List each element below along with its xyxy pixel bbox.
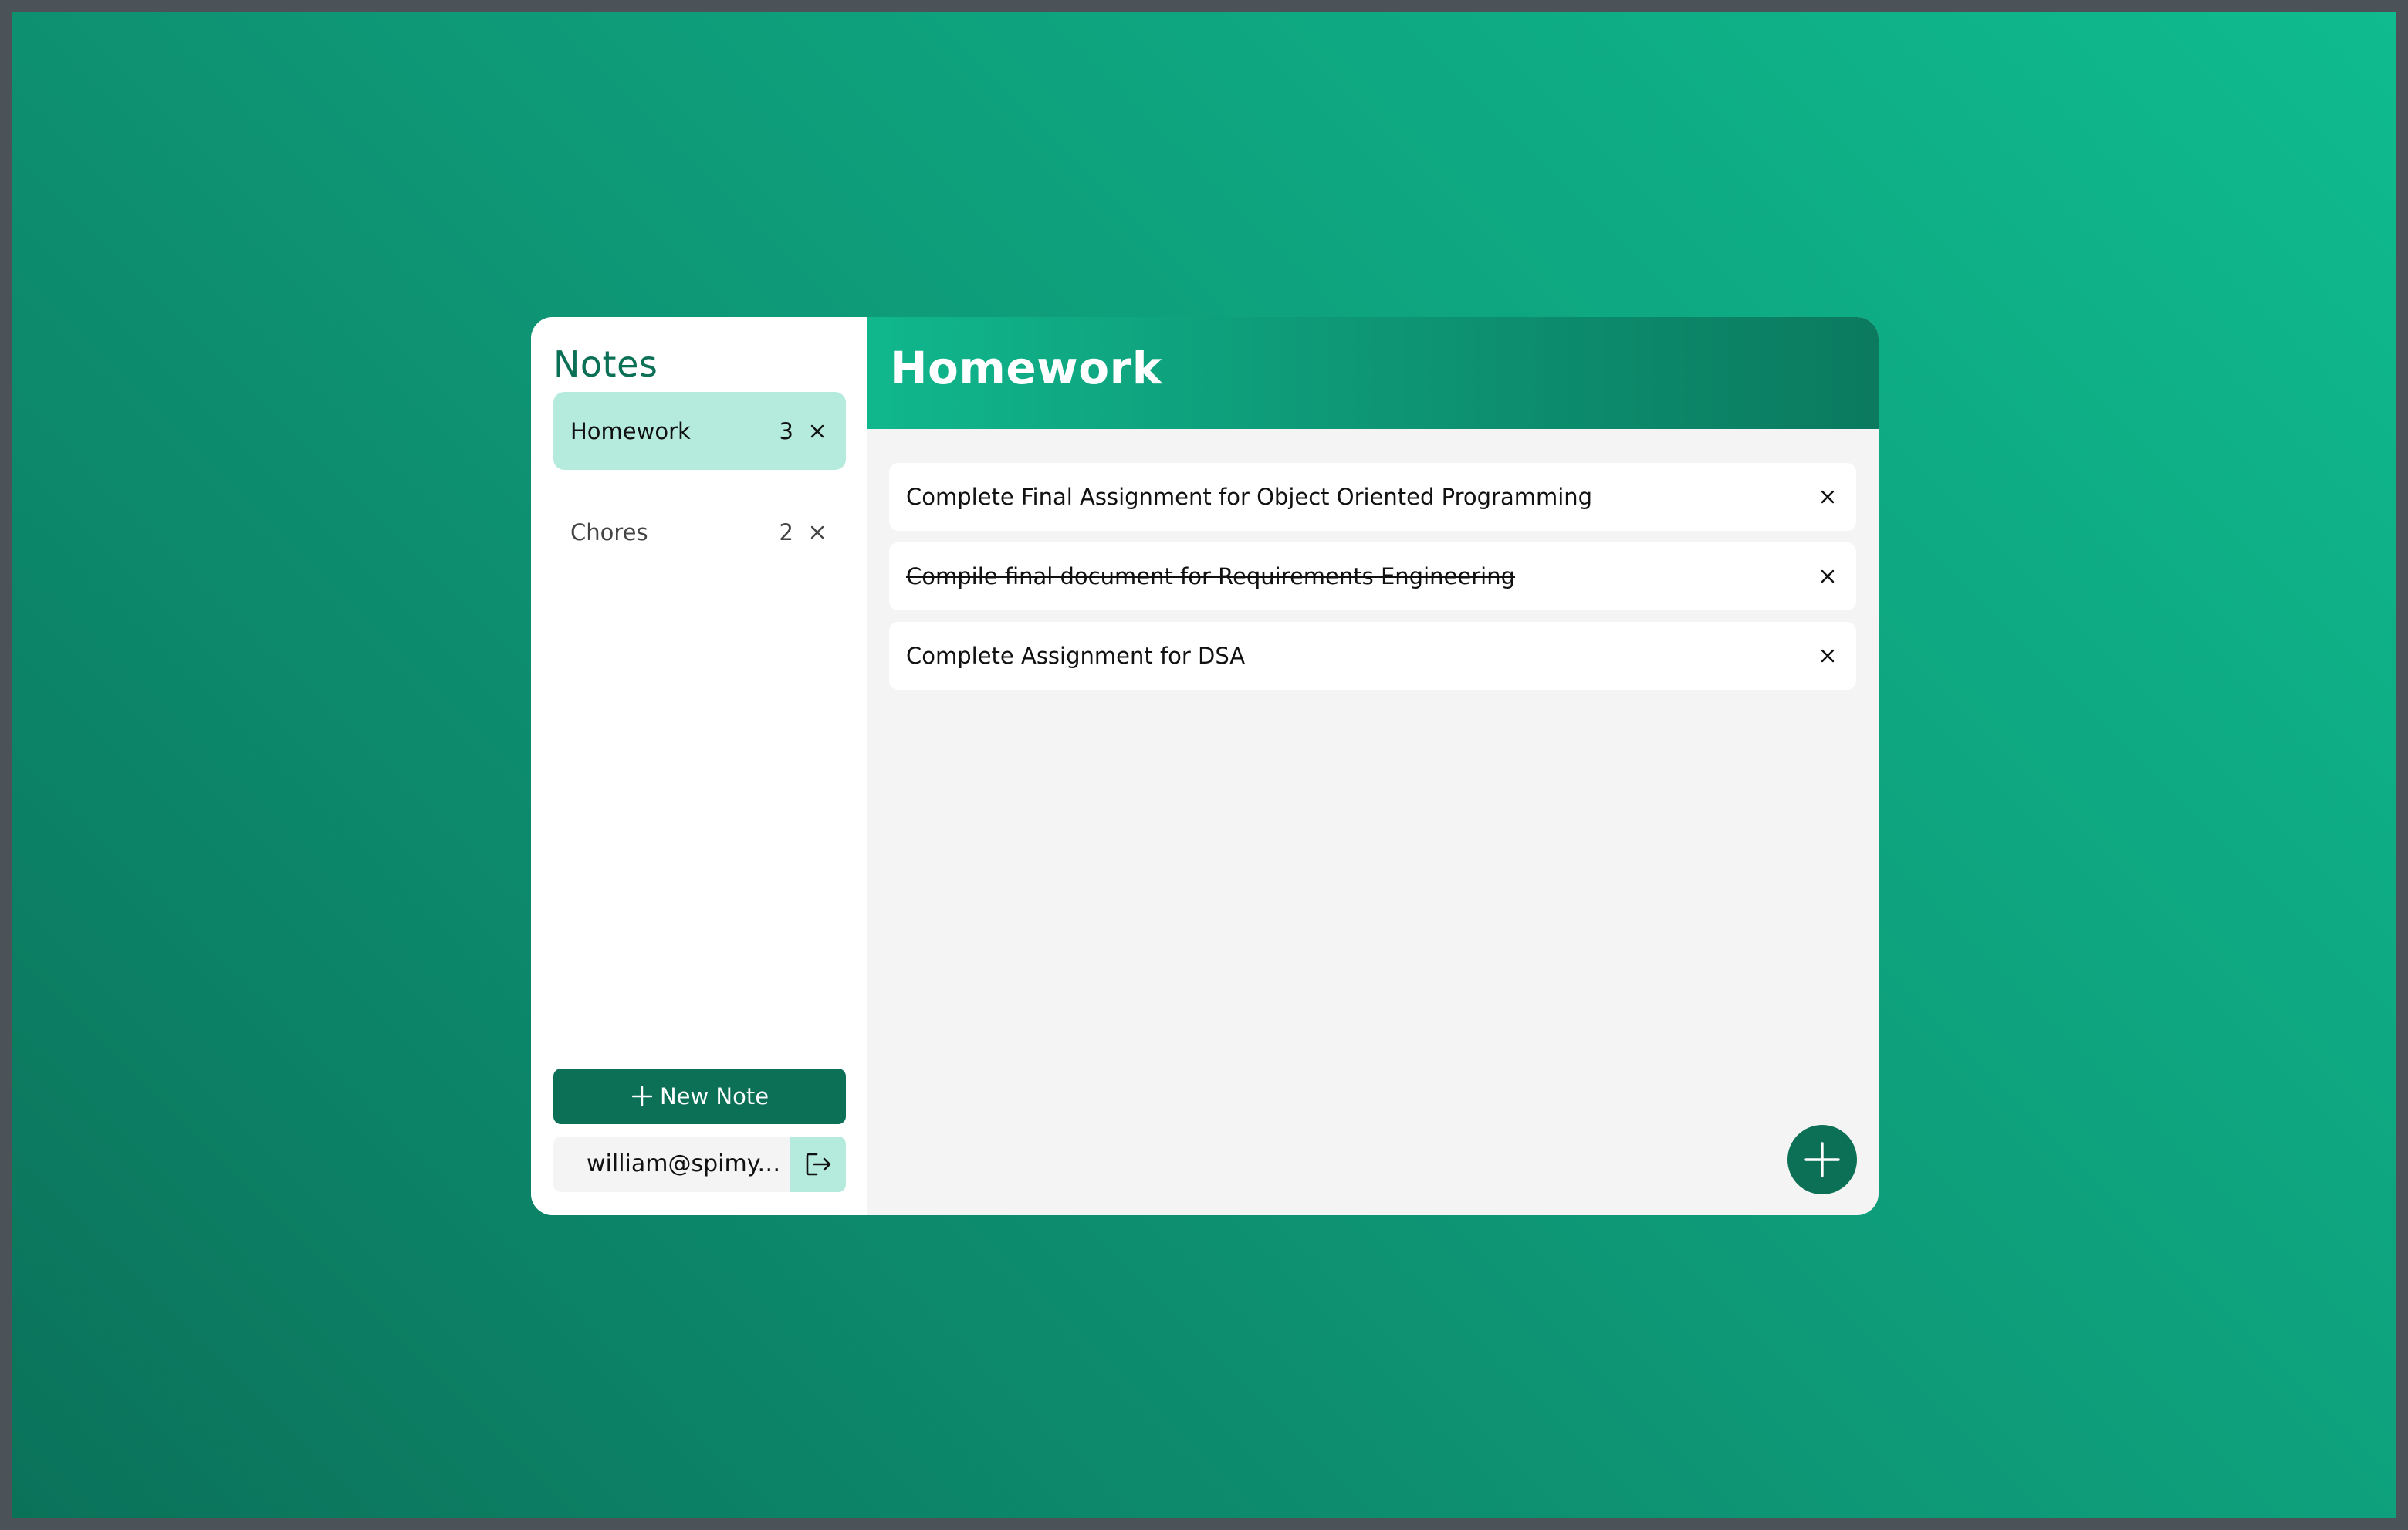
todo-text[interactable]: Complete Assignment for DSA bbox=[906, 643, 1816, 669]
new-note-button[interactable]: New Note bbox=[553, 1069, 846, 1124]
user-row: william@spimy.... bbox=[553, 1137, 846, 1192]
user-email: william@spimy.... bbox=[587, 1150, 783, 1177]
todo-item[interactable]: Compile final document for Requirements … bbox=[889, 542, 1856, 610]
logout-icon bbox=[806, 1153, 831, 1176]
todo-item[interactable]: Complete Assignment for DSA bbox=[889, 622, 1856, 690]
note-count: 3 bbox=[779, 417, 793, 444]
close-icon[interactable] bbox=[806, 420, 829, 443]
sidebar: Notes Homework 3 Chores 2 New Note willi… bbox=[531, 317, 867, 1215]
plus-icon bbox=[631, 1085, 654, 1108]
note-item-homework[interactable]: Homework 3 bbox=[553, 392, 846, 470]
window-frame: Notes Homework 3 Chores 2 New Note willi… bbox=[0, 0, 2408, 1530]
new-note-label: New Note bbox=[659, 1083, 769, 1110]
note-title: Homework bbox=[890, 342, 1162, 394]
note-item-chores[interactable]: Chores 2 bbox=[553, 493, 846, 571]
note-label: Chores bbox=[570, 518, 648, 545]
add-todo-button[interactable] bbox=[1787, 1125, 1857, 1194]
close-icon[interactable] bbox=[1816, 485, 1839, 508]
background: Notes Homework 3 Chores 2 New Note willi… bbox=[12, 12, 2396, 1518]
todo-item[interactable]: Complete Final Assignment for Object Ori… bbox=[889, 463, 1856, 531]
note-header: Homework bbox=[867, 317, 1879, 429]
close-icon[interactable] bbox=[806, 521, 829, 544]
logout-button[interactable] bbox=[790, 1137, 846, 1192]
close-icon[interactable] bbox=[1816, 565, 1839, 588]
close-icon[interactable] bbox=[1816, 644, 1839, 667]
sidebar-title: Notes bbox=[553, 343, 658, 385]
plus-icon bbox=[1804, 1142, 1840, 1177]
todo-text[interactable]: Complete Final Assignment for Object Ori… bbox=[906, 484, 1816, 510]
note-count: 2 bbox=[779, 518, 793, 545]
notes-app: Notes Homework 3 Chores 2 New Note willi… bbox=[531, 317, 1879, 1215]
note-label: Homework bbox=[570, 417, 691, 444]
todo-text[interactable]: Compile final document for Requirements … bbox=[906, 563, 1816, 589]
